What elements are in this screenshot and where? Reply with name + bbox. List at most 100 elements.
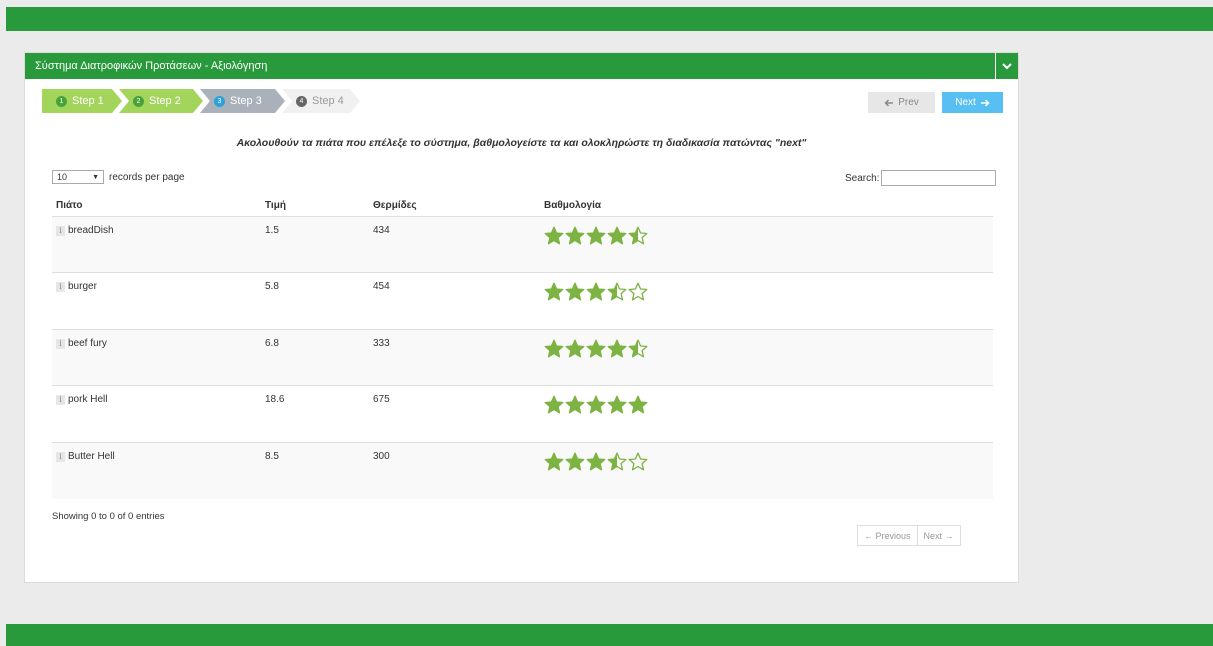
pagination-previous[interactable]: ← Previous xyxy=(858,526,917,545)
pagination-next[interactable]: Next → xyxy=(916,526,960,545)
cell-price: 5.8 xyxy=(261,272,369,329)
star-empty-icon[interactable] xyxy=(628,452,648,475)
star-half-icon[interactable] xyxy=(607,452,627,475)
cell-rating xyxy=(540,328,993,386)
star-full-icon[interactable] xyxy=(544,452,564,475)
star-half-icon[interactable] xyxy=(607,282,627,305)
cell-rating xyxy=(540,385,993,442)
info-icon[interactable]: i xyxy=(56,338,65,349)
collapse-button[interactable] xyxy=(995,53,1018,79)
panel-title: Σύστημα Διατροφικών Προτάσεων - Αξιολόγη… xyxy=(35,60,268,72)
star-rating[interactable] xyxy=(544,339,993,362)
star-full-icon[interactable] xyxy=(628,395,648,418)
dish-name: pork Hell xyxy=(68,394,108,405)
table-body: i breadDish 1.5 434 i burger 5.8 454 i beef fury 6… xyxy=(52,215,993,499)
table-search: Search: xyxy=(845,170,997,186)
pagination: ← Previous Next → xyxy=(857,525,961,546)
step-label: Step 4 xyxy=(312,95,344,107)
column-header-price[interactable]: Τιμή xyxy=(261,196,369,217)
table-row: i breadDish 1.5 434 xyxy=(52,215,993,273)
info-icon[interactable]: i xyxy=(56,451,65,462)
bottom-bar xyxy=(6,624,1213,646)
info-icon[interactable]: i xyxy=(56,282,65,292)
table-row: i Butter Hell 8.5 300 xyxy=(52,441,993,499)
search-input[interactable] xyxy=(881,170,997,186)
star-full-icon[interactable] xyxy=(565,226,585,249)
step-2[interactable]: 2 Step 2 xyxy=(119,89,203,113)
star-full-icon[interactable] xyxy=(586,226,606,249)
cell-rating xyxy=(540,215,993,273)
star-full-icon[interactable] xyxy=(565,395,585,418)
next-button[interactable]: Next xyxy=(942,92,1003,113)
page-length-label: records per page xyxy=(109,171,185,183)
table-row: i pork Hell 18.6 675 xyxy=(52,385,993,442)
cell-dish: i beef fury xyxy=(52,328,261,386)
panel-header: Σύστημα Διατροφικών Προτάσεων - Αξιολόγη… xyxy=(25,53,1018,79)
records-per-page: 10 ▼ records per page xyxy=(52,170,185,184)
arrow-right-icon xyxy=(980,98,990,107)
cell-rating xyxy=(540,441,993,499)
star-full-icon[interactable] xyxy=(544,226,564,249)
cell-price: 8.5 xyxy=(261,441,369,499)
cell-dish: i pork Hell xyxy=(52,385,261,442)
evaluation-panel: Σύστημα Διατροφικών Προτάσεων - Αξιολόγη… xyxy=(24,52,1019,583)
column-header-dish[interactable]: Πιάτο xyxy=(52,196,261,217)
step-number-badge: 4 xyxy=(296,96,307,107)
table-row: i burger 5.8 454 xyxy=(52,272,993,329)
search-label: Search: xyxy=(845,172,880,184)
info-icon[interactable]: i xyxy=(56,395,65,405)
cell-calories: 300 xyxy=(369,441,540,499)
caret-down-icon: ▼ xyxy=(92,173,99,181)
star-rating[interactable] xyxy=(544,226,993,249)
column-header-calories[interactable]: Θερμίδες xyxy=(369,196,540,217)
cell-dish: i breadDish xyxy=(52,215,261,273)
step-number-badge: 3 xyxy=(214,96,225,107)
star-full-icon[interactable] xyxy=(544,339,564,362)
star-half-icon[interactable] xyxy=(628,226,648,249)
prev-label: Prev xyxy=(898,97,919,108)
next-label: Next xyxy=(955,97,976,108)
cell-price: 1.5 xyxy=(261,215,369,273)
step-3[interactable]: 3 Step 3 xyxy=(200,89,285,113)
dish-name: burger xyxy=(68,281,97,292)
star-half-icon[interactable] xyxy=(628,339,648,362)
prev-button[interactable]: Prev xyxy=(868,92,935,113)
star-empty-icon[interactable] xyxy=(628,282,648,305)
star-full-icon[interactable] xyxy=(544,282,564,305)
star-full-icon[interactable] xyxy=(565,282,585,305)
step-label: Step 3 xyxy=(230,95,262,107)
star-rating[interactable] xyxy=(544,282,993,305)
cell-rating xyxy=(540,272,993,329)
dish-name: Butter Hell xyxy=(68,450,115,462)
table-header-row: Πιάτο Τιμή Θερμίδες Βαθμολογία xyxy=(52,196,993,217)
step-label: Step 1 xyxy=(72,95,104,107)
star-full-icon[interactable] xyxy=(586,452,606,475)
page-length-select[interactable]: 10 ▼ xyxy=(52,170,104,184)
dish-name: breadDish xyxy=(68,224,114,236)
step-4[interactable]: 4 Step 4 xyxy=(282,89,360,113)
star-rating[interactable] xyxy=(544,395,993,418)
dish-name: beef fury xyxy=(68,337,107,349)
cell-dish: i burger xyxy=(52,272,261,329)
step-label: Step 2 xyxy=(149,95,181,107)
star-full-icon[interactable] xyxy=(565,339,585,362)
info-icon[interactable]: i xyxy=(56,225,65,236)
column-header-rating[interactable]: Βαθμολογία xyxy=(540,196,993,217)
star-full-icon[interactable] xyxy=(586,339,606,362)
star-full-icon[interactable] xyxy=(586,395,606,418)
star-rating[interactable] xyxy=(544,452,993,475)
step-1[interactable]: 1 Step 1 xyxy=(42,89,122,113)
star-full-icon[interactable] xyxy=(586,282,606,305)
step-number-badge: 2 xyxy=(133,96,144,107)
step-number-badge: 1 xyxy=(56,96,67,107)
star-full-icon[interactable] xyxy=(607,395,627,418)
star-full-icon[interactable] xyxy=(565,452,585,475)
star-full-icon[interactable] xyxy=(544,395,564,418)
table-row: i beef fury 6.8 333 xyxy=(52,328,993,386)
star-full-icon[interactable] xyxy=(607,339,627,362)
arrow-left-icon xyxy=(884,98,894,107)
cell-calories: 434 xyxy=(369,215,540,273)
cell-dish: i Butter Hell xyxy=(52,441,261,499)
chevron-down-icon xyxy=(1002,62,1012,69)
star-full-icon[interactable] xyxy=(607,226,627,249)
